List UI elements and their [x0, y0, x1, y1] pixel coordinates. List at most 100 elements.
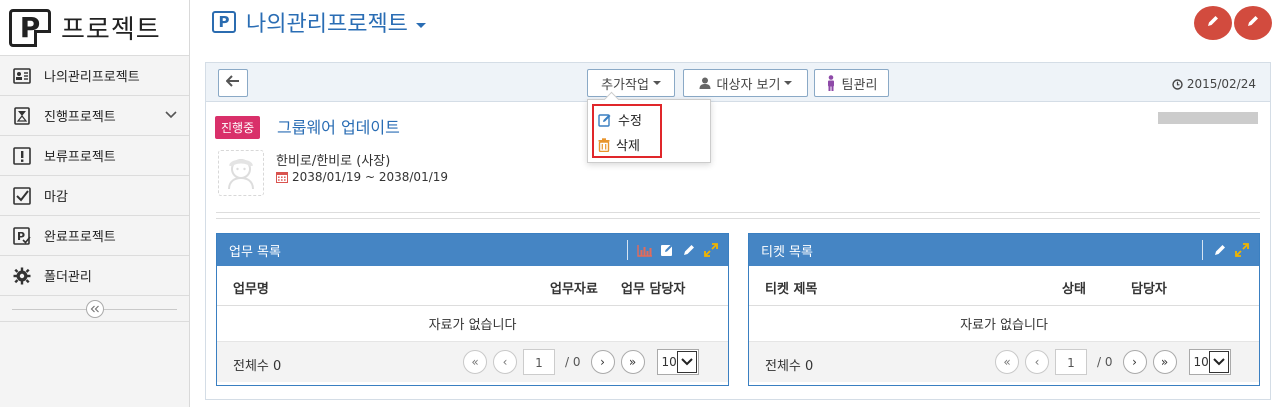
edit-button-secondary[interactable]	[1234, 6, 1272, 40]
divider	[216, 212, 1260, 213]
current-date: 2015/02/24	[1172, 77, 1256, 91]
total-count: 전체수 0	[765, 359, 814, 374]
team-manage-button[interactable]: 팀관리	[814, 69, 889, 97]
caret-down-icon	[415, 22, 426, 28]
column-header[interactable]: 담당자	[1131, 278, 1167, 297]
page-of: / 0	[1097, 355, 1113, 369]
next-page-button[interactable]: ›	[590, 350, 615, 374]
sidebar-item-label: 진행프로젝트	[44, 110, 116, 125]
next-page-button[interactable]: ›	[1122, 350, 1147, 374]
chevron-down-icon	[1208, 351, 1229, 373]
sidebar-item-label: 폴더관리	[44, 270, 92, 285]
ticket-list-panel: 티켓 목록 티켓 제목 상태 담당자 자료가 없습니다 전체수 0 « ‹ 1	[748, 233, 1260, 386]
table-header: 티켓 제목 상태 담당자	[749, 266, 1259, 306]
sidebar: P 프로젝트 나의관리프로젝트 진행프로젝트 보류프로젝트 마감 P 완료프로젝	[0, 0, 190, 407]
target-view-label: 대상자 보기	[716, 77, 781, 93]
hourglass-icon	[12, 106, 32, 126]
menu-item-label: 삭제	[616, 139, 640, 154]
chevron-down-icon[interactable]	[165, 108, 177, 123]
page-size-select[interactable]: 10	[1188, 349, 1231, 375]
prev-page-button[interactable]: ‹	[493, 350, 517, 374]
page-input[interactable]: 1	[523, 349, 555, 375]
trash-icon	[598, 137, 610, 152]
period-text: 2038/01/19 ~ 2038/01/19	[292, 170, 449, 184]
more-actions-label: 추가작업	[601, 77, 649, 93]
column-header[interactable]: 업무 담당자	[621, 278, 685, 297]
clock-icon	[1172, 78, 1183, 90]
sidebar-collapse-bar	[0, 296, 189, 322]
arrow-left-icon	[225, 75, 240, 91]
ticket-panel-header: 티켓 목록	[749, 234, 1259, 266]
project-selector[interactable]: P 나의관리프로젝트	[212, 6, 426, 38]
page-size-value: 10	[661, 355, 677, 369]
task-list-panel: 업무 목록 업무명 업무자료 업무 담당자 자료가 없습니다 전체수 0 « ‹…	[216, 233, 729, 386]
sidebar-item-folder-manage[interactable]: 폴더관리	[0, 256, 189, 296]
column-header[interactable]: 업무명	[233, 278, 269, 297]
sidebar-item-label: 보류프로젝트	[44, 150, 116, 165]
sidebar-item-my-managed[interactable]: 나의관리프로젝트	[0, 56, 189, 96]
project-title[interactable]: 그룹웨어 업데이트	[277, 114, 400, 138]
user-icon	[699, 77, 711, 89]
sidebar-item-closed[interactable]: 마감	[0, 176, 189, 216]
table-footer: 전체수 0 « ‹ 1 / 0 › » 10	[217, 342, 728, 382]
pencil-icon[interactable]	[678, 239, 700, 261]
avatar	[218, 150, 264, 196]
edit-square-icon[interactable]	[656, 239, 678, 261]
page-size-select[interactable]: 10	[656, 349, 699, 375]
table-header: 업무명 업무자료 업무 담당자	[217, 266, 728, 306]
sidebar-item-in-progress[interactable]: 진행프로젝트	[0, 96, 189, 136]
column-header[interactable]: 티켓 제목	[765, 278, 817, 297]
exclamation-icon	[12, 146, 32, 166]
menu-item-label: 수정	[618, 114, 642, 129]
column-header[interactable]: 상태	[1062, 278, 1086, 297]
status-badge: 진행중	[215, 116, 261, 139]
first-page-button[interactable]: «	[463, 350, 487, 374]
person-card-icon	[12, 66, 32, 86]
person-icon	[826, 75, 836, 91]
gear-icon	[12, 266, 32, 286]
prev-page-button[interactable]: ‹	[1025, 350, 1049, 374]
page-of: / 0	[565, 355, 581, 369]
pencil-icon[interactable]	[1209, 239, 1231, 261]
last-page-button[interactable]: »	[1152, 350, 1177, 374]
column-header[interactable]: 업무자료	[550, 278, 598, 297]
ticket-panel-title: 티켓 목록	[761, 244, 813, 260]
menu-item-edit[interactable]: 수정	[598, 110, 642, 129]
action-toolbar: 추가작업 대상자 보기 팀관리 2015/02/24	[205, 62, 1271, 102]
page-header: P 나의관리프로젝트	[190, 0, 1276, 56]
edit-button[interactable]	[1194, 6, 1232, 40]
back-button[interactable]	[218, 69, 248, 97]
team-manage-label: 팀관리	[841, 77, 878, 93]
total-count: 전체수 0	[233, 359, 282, 374]
first-page-button[interactable]: «	[995, 350, 1019, 374]
sidebar-brand-title: 프로젝트	[61, 15, 161, 45]
progress-placeholder	[1158, 112, 1258, 124]
bar-chart-icon[interactable]	[634, 239, 656, 261]
sidebar-item-label: 완료프로젝트	[44, 230, 116, 245]
sidebar-item-on-hold[interactable]: 보류프로젝트	[0, 136, 189, 176]
project-period: 2038/01/19 ~ 2038/01/19	[276, 170, 448, 184]
divider	[627, 240, 628, 260]
task-panel-header: 업무 목록	[217, 234, 728, 266]
expand-icon[interactable]	[1231, 239, 1253, 261]
sidebar-brand: P 프로젝트	[0, 0, 189, 56]
expand-icon[interactable]	[700, 239, 722, 261]
double-chevron-left-icon[interactable]	[85, 299, 104, 318]
sidebar-item-label: 마감	[44, 190, 68, 205]
chevron-down-icon	[676, 351, 697, 373]
page-size-value: 10	[1193, 355, 1209, 369]
edit-square-icon	[598, 113, 612, 127]
divider	[216, 218, 1260, 219]
caret-down-icon	[652, 81, 661, 85]
last-page-button[interactable]: »	[620, 350, 645, 374]
project-done-icon: P	[12, 226, 32, 246]
target-view-button[interactable]: 대상자 보기	[683, 69, 808, 97]
page-input[interactable]: 1	[1055, 349, 1087, 375]
pagination: « ‹ 1 / 0 › » 10	[995, 349, 1231, 375]
project-owner: 한비로/한비로 (사장)	[276, 154, 391, 169]
more-actions-menu: 수정 삭제	[587, 99, 711, 163]
sidebar-item-completed[interactable]: P 완료프로젝트	[0, 216, 189, 256]
more-actions-button[interactable]: 추가작업	[587, 69, 675, 97]
menu-item-delete[interactable]: 삭제	[598, 135, 640, 154]
caret-down-icon	[784, 81, 793, 85]
